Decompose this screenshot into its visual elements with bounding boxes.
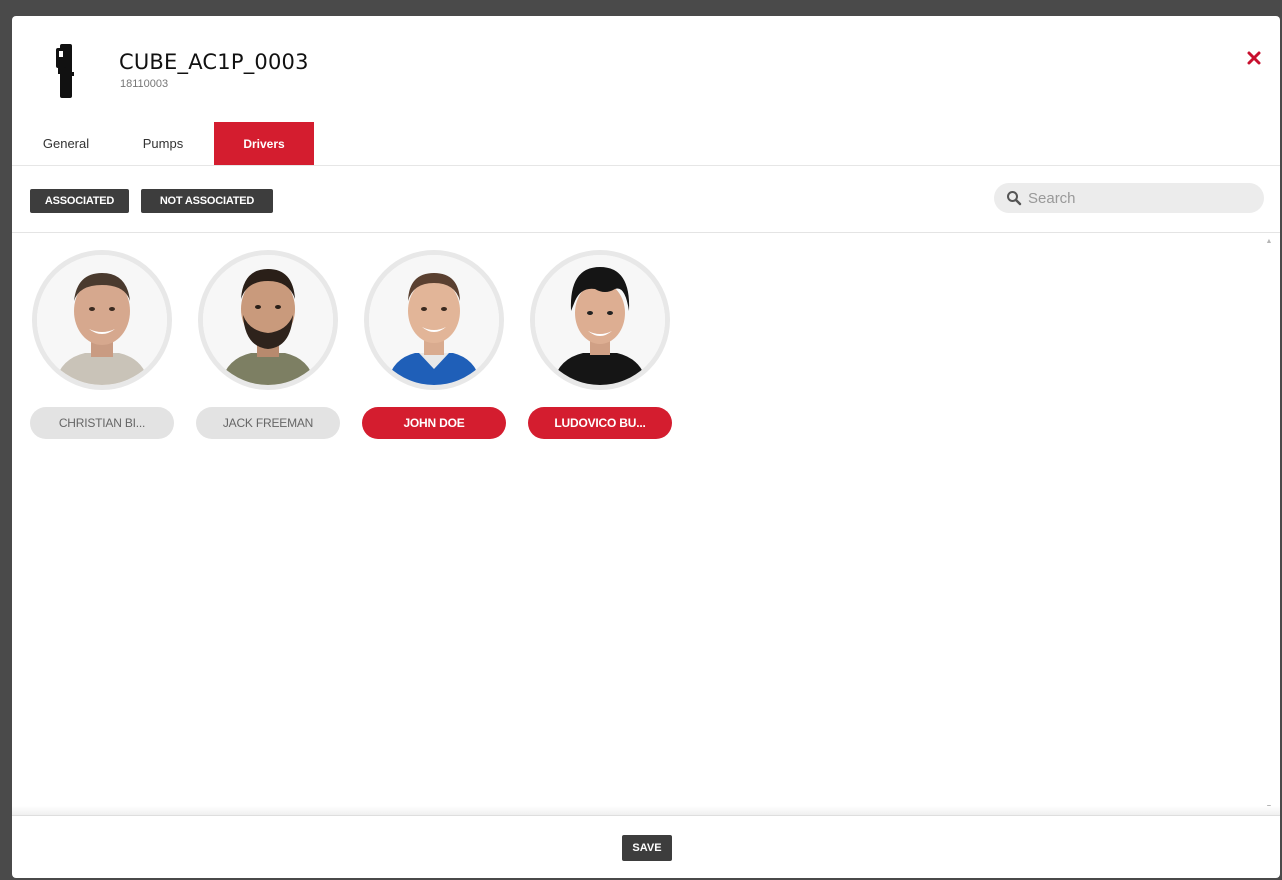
avatar xyxy=(364,250,504,390)
search-box xyxy=(994,183,1264,213)
dialog-header: CUBE_AC1P_0003 18110003 xyxy=(12,16,1280,120)
driver-association-dialog: CUBE_AC1P_0003 18110003 General Pumps Dr… xyxy=(12,16,1280,878)
vertical-scrollbar[interactable]: ▲ ▼ xyxy=(1262,236,1276,814)
tab-bar: General Pumps Drivers xyxy=(12,122,1280,166)
avatar xyxy=(530,250,670,390)
drivers-grid: CHRISTIAN BI... JACK FREEMAN JOHN DOE LU… xyxy=(12,234,1280,814)
dialog-subtitle: 18110003 xyxy=(120,78,169,90)
tab-general[interactable]: General xyxy=(28,122,104,165)
driver-name: CHRISTIAN BI... xyxy=(30,407,174,439)
driver-card[interactable]: JOHN DOE xyxy=(362,250,508,440)
associated-filter-button[interactable]: ASSOCIATED xyxy=(30,189,129,213)
scroll-up-arrow-icon[interactable]: ▲ xyxy=(1265,238,1273,246)
tab-drivers[interactable]: Drivers xyxy=(214,122,314,165)
tab-pumps[interactable]: Pumps xyxy=(120,122,206,165)
driver-card[interactable]: JACK FREEMAN xyxy=(196,250,342,440)
filter-toolbar: ASSOCIATED NOT ASSOCIATED xyxy=(12,167,1280,233)
search-input[interactable] xyxy=(1028,189,1248,207)
driver-card[interactable]: CHRISTIAN BI... xyxy=(30,250,176,440)
close-icon[interactable] xyxy=(1244,48,1264,68)
avatar xyxy=(32,250,172,390)
not-associated-filter-button[interactable]: NOT ASSOCIATED xyxy=(141,189,273,213)
dialog-title: CUBE_AC1P_0003 xyxy=(119,50,309,74)
driver-name: JACK FREEMAN xyxy=(196,407,340,439)
avatar xyxy=(198,250,338,390)
search-icon xyxy=(1007,191,1022,206)
driver-name: JOHN DOE xyxy=(362,407,506,439)
driver-name: LUDOVICO BU... xyxy=(528,407,672,439)
dialog-footer: SAVE xyxy=(12,817,1280,878)
driver-card[interactable]: LUDOVICO BU... xyxy=(528,250,674,440)
fuel-dispenser-icon xyxy=(52,42,78,100)
content-divider xyxy=(12,806,1280,816)
save-button[interactable]: SAVE xyxy=(622,835,672,861)
